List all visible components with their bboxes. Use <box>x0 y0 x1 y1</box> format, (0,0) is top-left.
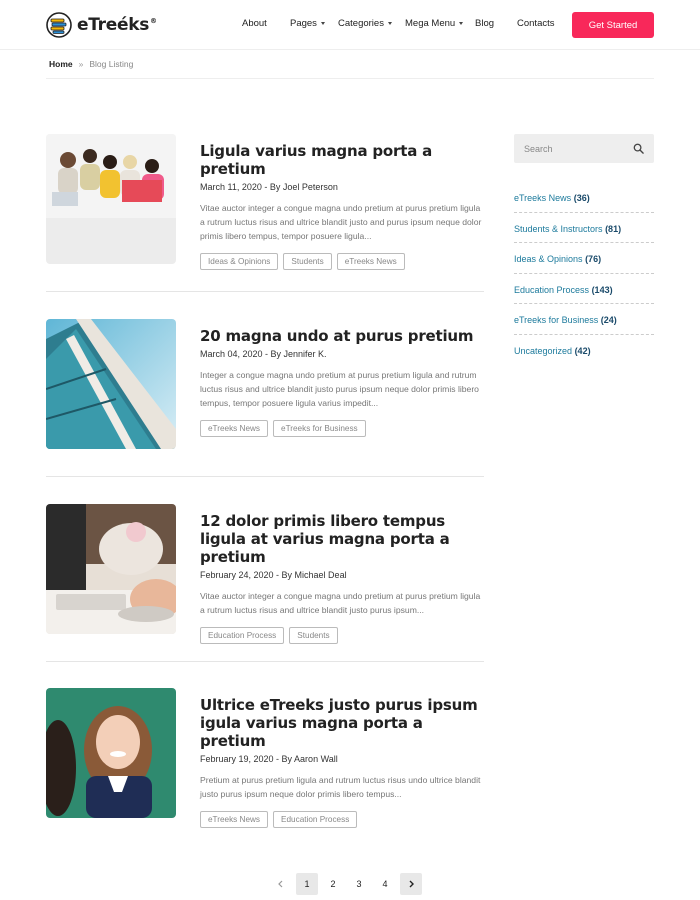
tag-link[interactable]: Students <box>283 253 332 270</box>
search-icon[interactable] <box>633 143 644 154</box>
category-item[interactable]: eTreeks News (36) <box>514 182 654 213</box>
tag-link[interactable]: Students <box>289 627 338 644</box>
post-excerpt: Pretium at purus pretium ligula and rutr… <box>200 775 481 799</box>
post-divider <box>46 661 484 662</box>
category-item[interactable]: Students & Instructors (81) <box>514 213 654 244</box>
pagination-next-button[interactable] <box>400 873 422 895</box>
page-3-button[interactable]: 3 <box>348 873 370 895</box>
logo-text: eTreéks® <box>77 15 157 35</box>
post-title[interactable]: Ligula varius magna porta a pretium <box>200 142 484 178</box>
chevron-left-icon <box>278 880 283 888</box>
post-tags: eTreeks News Education Process <box>200 811 484 828</box>
blog-post: 20 magna undo at purus pretium March 04,… <box>46 319 484 449</box>
tag-link[interactable]: eTreeks for Business <box>273 420 366 437</box>
search-input[interactable] <box>514 134 624 163</box>
blog-post: Ultrice eTreeks justo purus ipsum igula … <box>46 688 484 828</box>
site-header: eTreéks® About Pages Categories Mega Men… <box>0 0 700 50</box>
category-item[interactable]: Education Process (143) <box>514 274 654 305</box>
breadcrumb-separator: » <box>78 59 84 69</box>
post-title[interactable]: 20 magna undo at purus pretium <box>200 327 484 345</box>
tag-link[interactable]: Education Process <box>273 811 358 828</box>
post-meta: March 11, 2020 - By Joel Peterson <box>200 182 338 192</box>
books-logo-icon <box>46 12 72 38</box>
blog-post: 12 dolor primis libero tempus ligula at … <box>46 504 484 644</box>
page-4-button[interactable]: 4 <box>374 873 396 895</box>
post-excerpt: Vitae auctor integer a congue magna undo… <box>200 203 482 241</box>
post-excerpt: Integer a congue magna undo pretium at p… <box>200 370 479 408</box>
post-thumbnail-students-group[interactable] <box>46 134 176 264</box>
breadcrumb-home-link[interactable]: Home <box>49 59 73 69</box>
caret-down-icon <box>387 21 392 25</box>
category-item[interactable]: Uncategorized (42) <box>514 335 654 366</box>
site-logo[interactable]: eTreéks® <box>46 12 157 38</box>
post-thumbnail-student-girl[interactable] <box>46 688 176 818</box>
nav-pages[interactable]: Pages <box>290 18 325 29</box>
post-tags: Ideas & Opinions Students eTreeks News <box>200 253 484 270</box>
nav-contacts[interactable]: Contacts <box>517 18 555 29</box>
breadcrumb-current: Blog Listing <box>89 59 134 69</box>
post-excerpt: Vitae auctor integer a congue magna undo… <box>200 591 481 615</box>
blog-post: Ligula varius magna porta a pretium Marc… <box>46 134 484 270</box>
page-2-button[interactable]: 2 <box>322 873 344 895</box>
post-meta: February 19, 2020 - By Aaron Wall <box>200 754 338 764</box>
post-title[interactable]: Ultrice eTreeks justo purus ipsum igula … <box>200 696 484 750</box>
post-body: 12 dolor primis libero tempus ligula at … <box>200 512 484 644</box>
post-divider <box>46 476 484 477</box>
post-title[interactable]: 12 dolor primis libero tempus ligula at … <box>200 512 484 566</box>
caret-down-icon <box>320 21 325 25</box>
nav-blog[interactable]: Blog <box>475 18 494 29</box>
tag-link[interactable]: eTreeks News <box>200 420 269 437</box>
post-thumbnail-laptop[interactable] <box>46 504 176 634</box>
post-tags: Education Process Students <box>200 627 484 644</box>
post-meta: March 04, 2020 - By Jennifer K. <box>200 349 327 359</box>
tag-link[interactable]: Ideas & Opinions <box>200 253 279 270</box>
tag-link[interactable]: eTreeks News <box>336 253 405 270</box>
sidebar-search <box>514 134 654 163</box>
post-body: Ultrice eTreeks justo purus ipsum igula … <box>200 696 484 828</box>
page-1-button[interactable]: 1 <box>296 873 318 895</box>
post-body: Ligula varius magna porta a pretium Marc… <box>200 142 484 270</box>
pagination: 1 2 3 4 <box>270 873 426 895</box>
pagination-prev-button[interactable] <box>270 873 292 895</box>
category-item[interactable]: Ideas & Opinions (76) <box>514 243 654 274</box>
post-meta: February 24, 2020 - By Michael Deal <box>200 570 347 580</box>
nav-about[interactable]: About <box>242 18 267 29</box>
category-list: eTreeks News (36) Students & Instructors… <box>514 182 654 366</box>
breadcrumb: Home » Blog Listing <box>49 59 133 69</box>
tag-link[interactable]: eTreeks News <box>200 811 269 828</box>
post-thumbnail-building[interactable] <box>46 319 176 449</box>
caret-down-icon <box>459 21 464 25</box>
post-divider <box>46 291 484 292</box>
post-tags: eTreeks News eTreeks for Business <box>200 420 484 437</box>
tag-link[interactable]: Education Process <box>200 627 285 644</box>
get-started-button[interactable]: Get Started <box>572 12 654 38</box>
nav-mega-menu[interactable]: Mega Menu <box>405 18 464 29</box>
post-body: 20 magna undo at purus pretium March 04,… <box>200 327 484 437</box>
category-item[interactable]: eTreeks for Business (24) <box>514 304 654 335</box>
breadcrumb-divider <box>46 78 654 79</box>
nav-categories[interactable]: Categories <box>338 18 392 29</box>
chevron-right-icon <box>409 880 414 888</box>
